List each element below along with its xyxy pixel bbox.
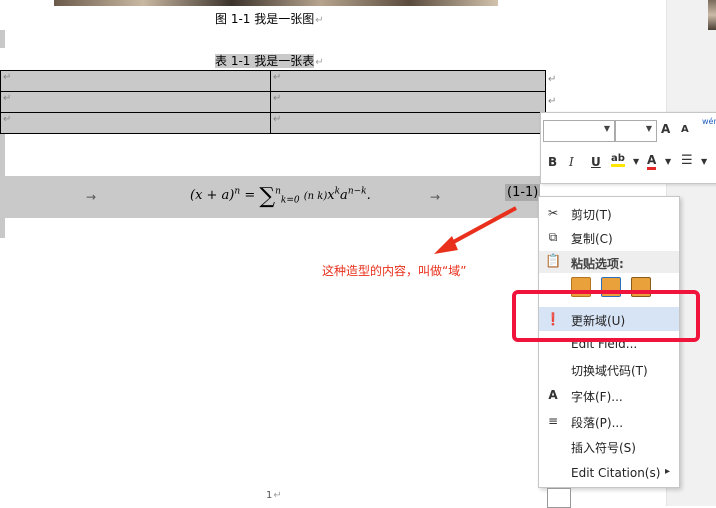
menu-item-copy[interactable]: ⧉ 复制(C)	[539, 225, 679, 249]
highlight-box	[512, 290, 700, 342]
context-menu: ✂ 剪切(T) ⧉ 复制(C) 📋 粘贴选项: ❗ 更新域(U) Edit Fi…	[538, 196, 680, 488]
menu-item-edit-citation[interactable]: Edit Citation(s) ▸	[539, 461, 679, 485]
font-size-combo[interactable]: ▼	[615, 120, 657, 142]
menu-item-toggle-field-codes[interactable]: 切换域代码(T)	[539, 357, 679, 381]
menu-item-insert-symbol[interactable]: 插入符号(S)	[539, 434, 679, 458]
phonetic-guide-button[interactable]: wén	[702, 117, 716, 126]
shrink-font-button[interactable]: A	[681, 124, 689, 135]
annotation-text: 这种造型的内容，叫做“域”	[322, 264, 467, 278]
annotation-arrow	[434, 206, 517, 254]
left-margin-mark	[0, 30, 5, 48]
chevron-down-icon: ▼	[603, 124, 610, 133]
font-name-combo[interactable]: ▼	[543, 120, 615, 142]
highlight-button[interactable]: ab	[611, 153, 625, 167]
chevron-down-icon[interactable]: ▼	[633, 157, 639, 166]
chevron-down-icon[interactable]: ▼	[665, 157, 671, 166]
table-cell[interactable]: ↵	[270, 91, 546, 113]
bullets-icon[interactable]: ☰	[681, 153, 693, 168]
paste-icon: 📋	[545, 254, 562, 269]
font-icon: A	[548, 388, 558, 402]
edge-image-fragment	[708, 0, 716, 30]
mini-toolbar: ▼ ▼ A A wén B I U ab ▼ A ▼ ☰ ▼	[540, 112, 716, 184]
table-cell[interactable]: ↵	[270, 70, 546, 92]
menu-item-cut[interactable]: ✂ 剪切(T)	[539, 201, 679, 225]
scissors-icon: ✂	[547, 206, 559, 220]
figure-caption[interactable]: 图 1-1 我是一张图↵	[215, 10, 324, 27]
page-number: 1↵	[266, 490, 282, 501]
bold-button[interactable]: B	[548, 155, 557, 169]
underline-button[interactable]: U	[591, 155, 601, 169]
copy-icon: ⧉	[548, 230, 558, 244]
table-caption-text: 表 1-1 我是一张表	[215, 54, 315, 68]
equation[interactable]: (x + a)n = ∑nk=0 (n k)xkan−k.	[190, 184, 371, 209]
menu-item-font[interactable]: A 字体(F)...	[539, 383, 679, 407]
submenu-arrow-icon: ▸	[665, 466, 671, 477]
figure-caption-text: 图 1-1 我是一张图	[215, 12, 315, 26]
table-row: ↵ ↵	[0, 112, 546, 134]
paste-options-header: 📋 粘贴选项:	[539, 251, 679, 273]
tab-arrow: →	[86, 190, 97, 204]
chevron-down-icon[interactable]: ▼	[701, 157, 707, 166]
paragraph-icon: ≡	[547, 414, 559, 428]
figure-image	[54, 0, 498, 6]
row-end-mark: ↵	[548, 96, 557, 107]
bottom-control	[547, 488, 571, 508]
table-cell[interactable]: ↵	[0, 70, 271, 92]
table-cell[interactable]: ↵	[0, 112, 271, 134]
italic-button[interactable]: I	[569, 155, 574, 169]
grow-font-button[interactable]: A	[661, 122, 670, 136]
table-row: ↵ ↵	[0, 91, 546, 113]
table-row: ↵ ↵	[0, 70, 546, 92]
chevron-down-icon: ▼	[645, 124, 652, 133]
row-end-mark: ↵	[548, 74, 557, 85]
menu-item-paragraph[interactable]: ≡ 段落(P)...	[539, 409, 679, 433]
font-color-button[interactable]: A	[647, 153, 657, 170]
table-cell[interactable]: ↵	[270, 112, 546, 134]
field-number[interactable]: (1-1)	[505, 184, 541, 201]
table-caption[interactable]: 表 1-1 我是一张表↵	[215, 52, 324, 69]
document-table[interactable]: ↵ ↵ ↵ ↵ ↵ ↵	[0, 70, 546, 134]
table-cell[interactable]: ↵	[0, 91, 271, 113]
